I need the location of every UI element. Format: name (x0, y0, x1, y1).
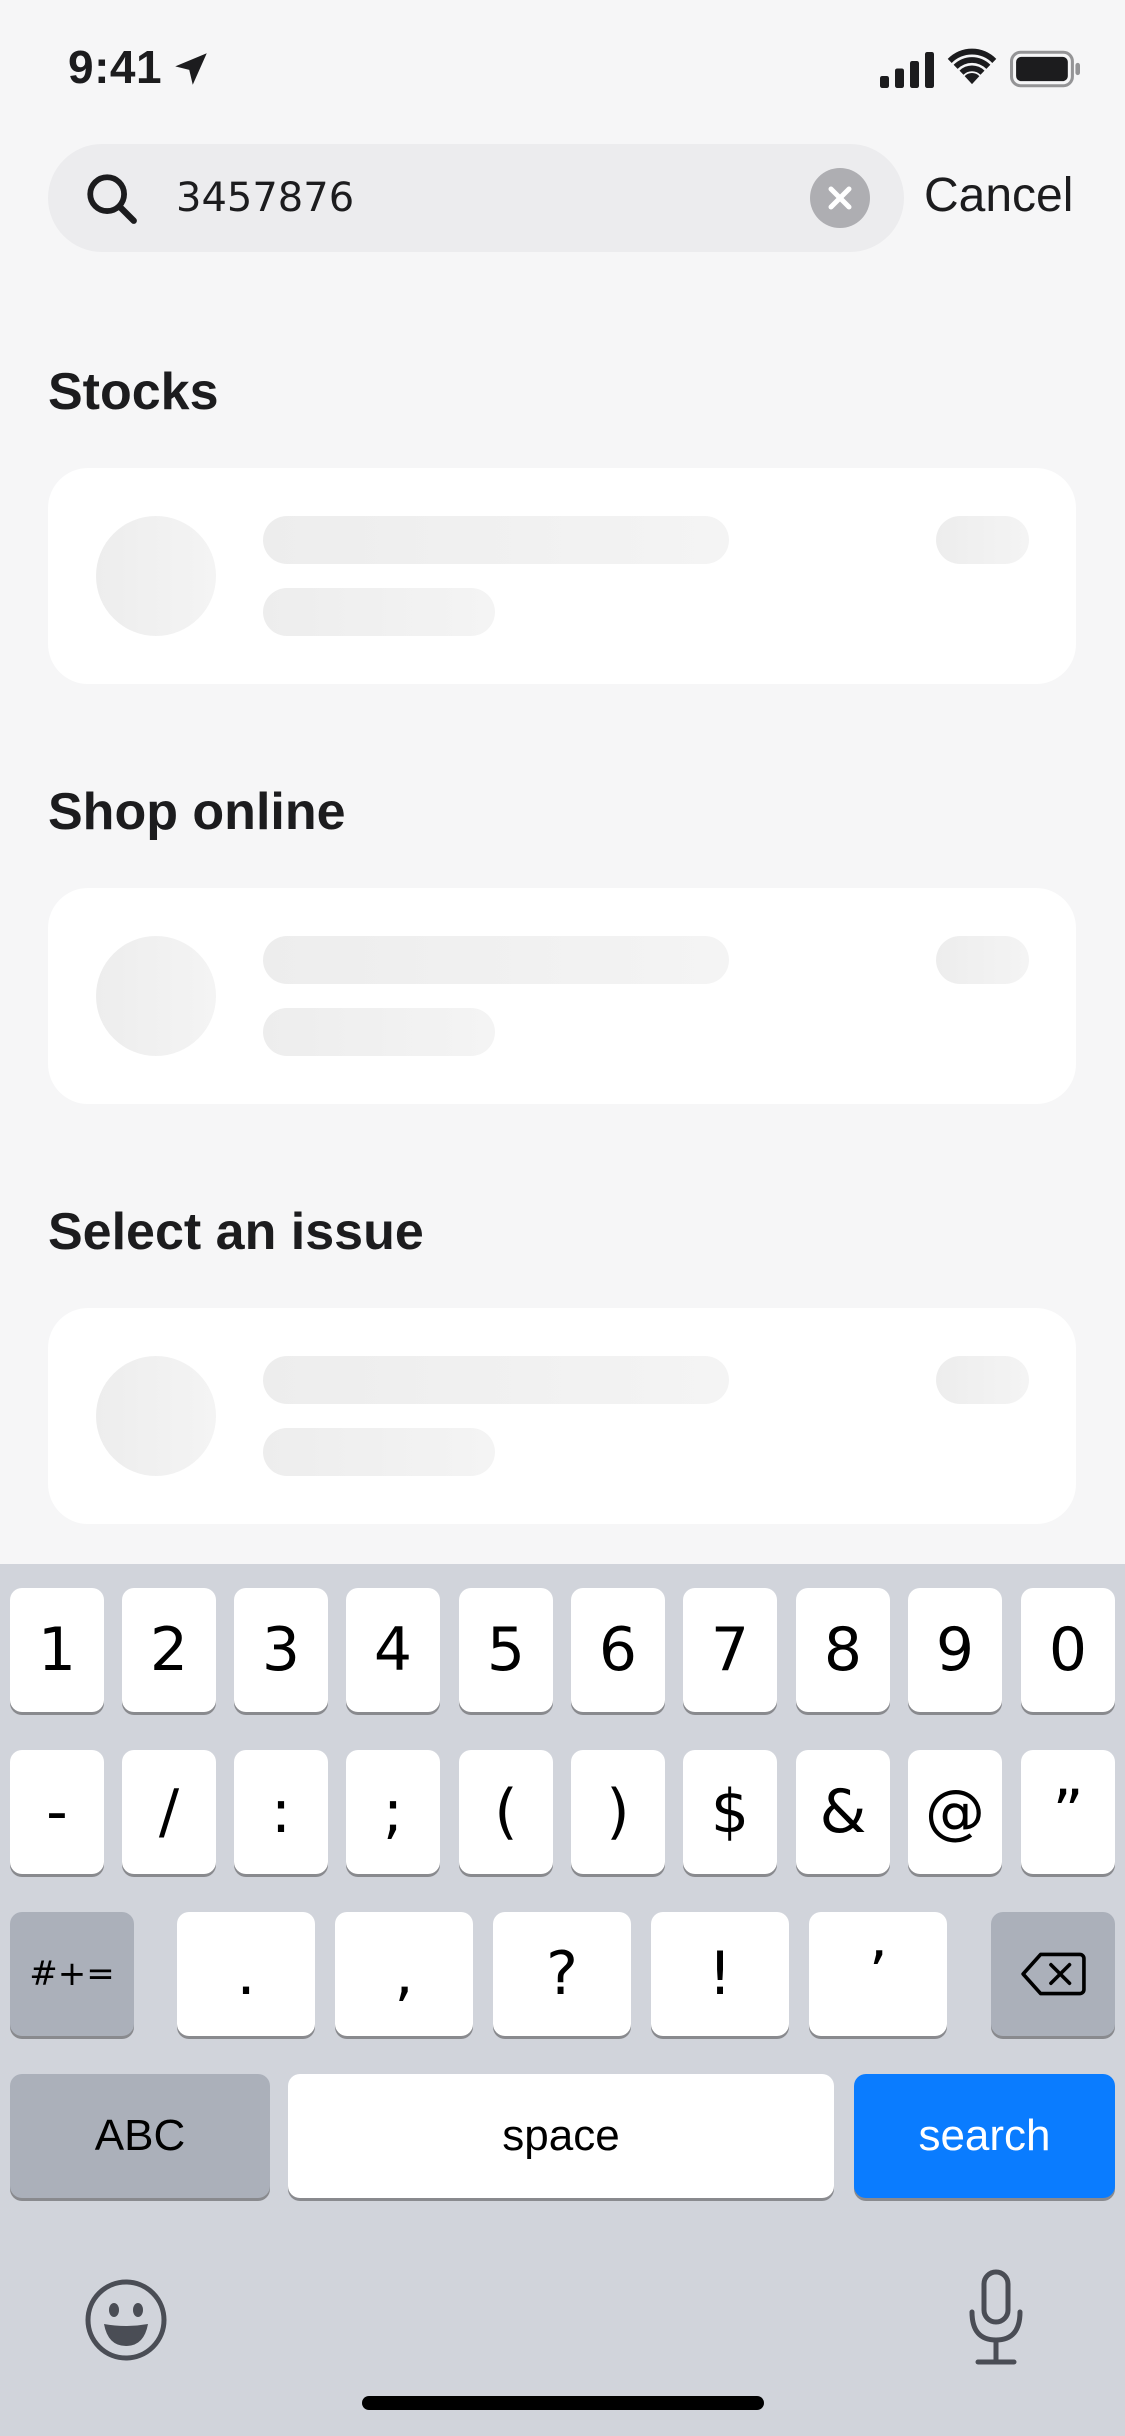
key-open-paren[interactable]: ( (459, 1750, 553, 1874)
key-slash[interactable]: / (122, 1750, 216, 1874)
key-ampersand[interactable]: & (796, 1750, 890, 1874)
wifi-icon (947, 48, 997, 85)
key-hyphen[interactable]: - (10, 1750, 104, 1874)
microphone-icon[interactable] (964, 2268, 1028, 2368)
key-colon[interactable]: : (234, 1750, 328, 1874)
home-indicator (362, 2396, 764, 2410)
skeleton-title-line (263, 936, 729, 984)
search-input[interactable] (176, 166, 816, 230)
clear-search-button[interactable] (810, 168, 870, 228)
key-at[interactable]: @ (908, 1750, 1002, 1874)
stocks-result-card-placeholder (48, 468, 1076, 684)
backspace-icon (1021, 1952, 1086, 1996)
section-title-shop-online: Shop online (48, 783, 346, 841)
status-bar: 9:41 (0, 0, 1125, 140)
skeleton-avatar (96, 1356, 216, 1476)
key-1[interactable]: 1 (10, 1588, 104, 1712)
key-apostrophe[interactable]: ’ (809, 1912, 947, 2036)
key-0[interactable]: 0 (1021, 1588, 1115, 1712)
search-key[interactable]: search (854, 2074, 1115, 2198)
key-period[interactable]: . (177, 1912, 315, 2036)
key-3[interactable]: 3 (234, 1588, 328, 1712)
key-semicolon[interactable]: ; (346, 1750, 440, 1874)
section-title-stocks: Stocks (48, 363, 219, 421)
key-dollar[interactable]: $ (683, 1750, 777, 1874)
key-9[interactable]: 9 (908, 1588, 1002, 1712)
skeleton-subtitle-line (263, 1008, 495, 1056)
cancel-button[interactable]: Cancel (924, 168, 1073, 223)
section-title-select-an-issue: Select an issue (48, 1203, 424, 1261)
key-close-paren[interactable]: ) (571, 1750, 665, 1874)
space-key[interactable]: space (288, 2074, 834, 2198)
skeleton-avatar (96, 936, 216, 1056)
skeleton-title-line (263, 516, 729, 564)
key-6[interactable]: 6 (571, 1588, 665, 1712)
key-4[interactable]: 4 (346, 1588, 440, 1712)
key-5[interactable]: 5 (459, 1588, 553, 1712)
cellular-signal-icon (880, 52, 934, 88)
shop-online-result-card-placeholder (48, 888, 1076, 1104)
emoji-icon[interactable] (82, 2276, 170, 2364)
key-7[interactable]: 7 (683, 1588, 777, 1712)
location-arrow-icon (175, 53, 207, 85)
skeleton-subtitle-line (263, 588, 495, 636)
clear-icon (828, 186, 852, 210)
key-question[interactable]: ? (493, 1912, 631, 2036)
key-quote[interactable]: ” (1021, 1750, 1115, 1874)
key-8[interactable]: 8 (796, 1588, 890, 1712)
battery-icon (1010, 50, 1080, 88)
delete-key[interactable] (991, 1912, 1115, 2036)
skeleton-title-line (263, 1356, 729, 1404)
search-bar[interactable] (48, 144, 904, 252)
status-time: 9:41 (68, 41, 163, 93)
issue-result-card-placeholder (48, 1308, 1076, 1524)
skeleton-avatar (96, 516, 216, 636)
key-2[interactable]: 2 (122, 1588, 216, 1712)
key-exclamation[interactable]: ! (651, 1912, 789, 2036)
skeleton-tag (936, 936, 1029, 984)
search-icon (87, 174, 137, 224)
skeleton-tag (936, 516, 1029, 564)
skeleton-tag (936, 1356, 1029, 1404)
skeleton-subtitle-line (263, 1428, 495, 1476)
key-comma[interactable]: , (335, 1912, 473, 2036)
symbols-toggle-key[interactable]: #+= (10, 1912, 134, 2036)
abc-key[interactable]: ABC (10, 2074, 270, 2198)
numeric-keyboard: 1 2 3 4 5 6 7 8 9 0 - / : ; ( ) $ & @ ” … (0, 1564, 1125, 2436)
